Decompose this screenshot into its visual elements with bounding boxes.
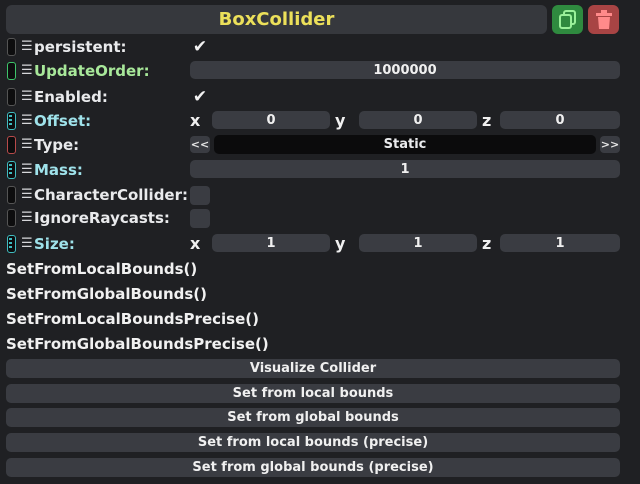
z-axis-label: z [482, 234, 492, 253]
menu-icon[interactable]: ☰ [21, 138, 33, 152]
property-character-collider: ☰ CharacterCollider: [0, 183, 640, 207]
offset-z-field[interactable]: 0 [500, 111, 620, 129]
property-label: Mass: [34, 161, 83, 179]
trash-icon [595, 9, 612, 29]
method-set-from-local-bounds[interactable]: SetFromLocalBounds() [6, 259, 197, 279]
z-axis-label: z [482, 111, 492, 130]
property-update-order: ☰ UpdateOrder: 1000000 [0, 59, 640, 83]
character-collider-checkbox[interactable] [190, 186, 210, 205]
type-next-button[interactable]: >> [600, 136, 620, 153]
property-label: persistent: [34, 38, 127, 56]
drag-handle[interactable] [7, 161, 16, 179]
size-x-field[interactable]: 1 [212, 234, 330, 252]
size-y-field[interactable]: 1 [359, 234, 477, 252]
menu-icon[interactable]: ☰ [21, 163, 33, 177]
ignore-raycasts-checkbox[interactable] [190, 209, 210, 228]
property-ignore-raycasts: ☰ IgnoreRaycasts: [0, 206, 640, 230]
method-set-from-global-bounds-precise[interactable]: SetFromGlobalBoundsPrecise() [6, 334, 269, 354]
property-mass: ☰ Mass: 1 [0, 158, 640, 182]
drag-handle[interactable] [7, 62, 16, 80]
property-size: ☰ Size: x 1 y 1 z 1 [0, 232, 640, 256]
property-label: IgnoreRaycasts: [34, 209, 170, 227]
menu-icon[interactable]: ☰ [21, 237, 33, 251]
property-label: Enabled: [34, 88, 108, 106]
offset-y-field[interactable]: 0 [359, 111, 477, 129]
drag-handle[interactable] [7, 38, 16, 56]
update-order-field[interactable]: 1000000 [190, 61, 620, 79]
property-label: CharacterCollider: [34, 186, 189, 204]
type-prev-button[interactable]: << [190, 136, 210, 153]
menu-icon[interactable]: ☰ [21, 211, 33, 225]
menu-icon[interactable]: ☰ [21, 90, 33, 104]
menu-icon[interactable]: ☰ [21, 114, 33, 128]
copy-icon [558, 9, 576, 29]
property-persistent: ☰ persistent: ✔ [0, 35, 640, 59]
property-label: Type: [34, 136, 80, 154]
property-label: UpdateOrder: [34, 62, 150, 80]
menu-icon[interactable]: ☰ [21, 40, 33, 54]
property-enabled: ☰ Enabled: ✔ [0, 85, 640, 109]
type-value[interactable]: Static [214, 135, 596, 154]
delete-button[interactable] [588, 5, 619, 34]
method-set-from-local-bounds-precise[interactable]: SetFromLocalBoundsPrecise() [6, 309, 259, 329]
x-axis-label: x [190, 234, 201, 253]
menu-icon[interactable]: ☰ [21, 64, 33, 78]
property-type: ☰ Type: << Static >> [0, 133, 640, 157]
set-from-global-bounds-precise-button[interactable]: Set from global bounds (precise) [6, 458, 620, 477]
property-offset: ☰ Offset: x 0 y 0 z 0 [0, 109, 640, 133]
menu-icon[interactable]: ☰ [21, 188, 33, 202]
duplicate-button[interactable] [552, 5, 583, 34]
mass-field[interactable]: 1 [190, 160, 620, 178]
set-from-global-bounds-button[interactable]: Set from global bounds [6, 408, 620, 427]
y-axis-label: y [335, 234, 346, 253]
drag-handle[interactable] [7, 136, 16, 154]
drag-handle[interactable] [7, 235, 16, 253]
x-axis-label: x [190, 111, 201, 130]
component-title: BoxCollider [6, 5, 547, 34]
drag-handle[interactable] [7, 186, 16, 204]
persistent-checkbox[interactable]: ✔ [190, 37, 210, 57]
method-set-from-global-bounds[interactable]: SetFromGlobalBounds() [6, 284, 207, 304]
set-from-local-bounds-button[interactable]: Set from local bounds [6, 384, 620, 403]
drag-handle[interactable] [7, 112, 16, 130]
enabled-checkbox[interactable]: ✔ [190, 87, 210, 107]
property-label: Size: [34, 235, 75, 253]
offset-x-field[interactable]: 0 [212, 111, 330, 129]
size-z-field[interactable]: 1 [500, 234, 620, 252]
y-axis-label: y [335, 111, 346, 130]
visualize-collider-button[interactable]: Visualize Collider [6, 359, 620, 378]
drag-handle[interactable] [7, 88, 16, 106]
property-label: Offset: [34, 112, 92, 130]
drag-handle[interactable] [7, 209, 16, 227]
set-from-local-bounds-precise-button[interactable]: Set from local bounds (precise) [6, 433, 620, 452]
